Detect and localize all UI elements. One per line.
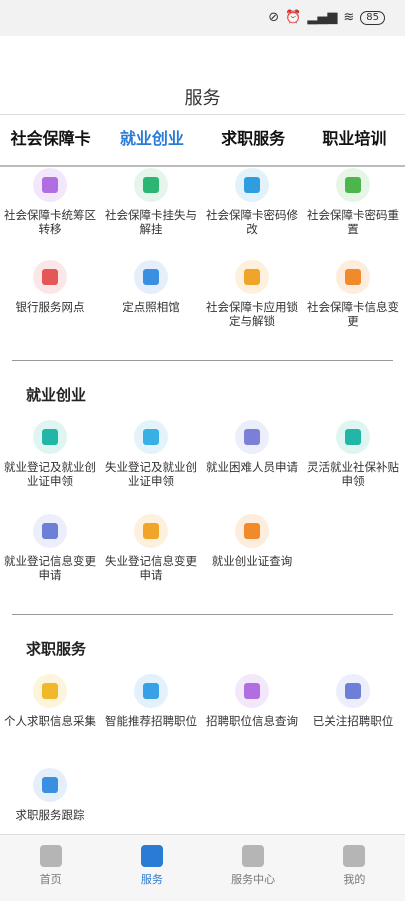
- nav-services[interactable]: 服务: [101, 835, 202, 901]
- service-employment-change[interactable]: 就业登记信息变更申请: [0, 514, 100, 582]
- tracking-icon: [33, 768, 67, 802]
- header: 服务: [0, 36, 405, 114]
- section-divider: [12, 360, 393, 361]
- service-password-reset[interactable]: 社会保障卡密码重置: [303, 168, 403, 236]
- status-bar: ⊘ ⏰ ▂▄▆ ≋ 85: [0, 0, 405, 36]
- bottom-navigation: 首页 服务 服务中心 我的: [0, 834, 405, 901]
- service-hardship-apply[interactable]: 就业困难人员申请: [202, 420, 302, 474]
- service-label: 社会保障卡密码重置: [307, 208, 399, 236]
- doc-edit-icon: [33, 514, 67, 548]
- unemployment-register-icon: [134, 420, 168, 454]
- followed-jobs-icon: [336, 674, 370, 708]
- camera-shop-icon: [134, 260, 168, 294]
- service-content[interactable]: 社会保障卡统筹区转移 社会保障卡挂失与解挂 社会保障卡密码修改 社会保障卡密码重…: [0, 166, 405, 834]
- home-icon: [39, 845, 62, 867]
- service-unemployment-change[interactable]: 失业登记信息变更申请: [101, 514, 201, 582]
- page-title: 服务: [184, 88, 221, 109]
- service-label: 失业登记信息变更申请: [105, 554, 197, 582]
- doc-change-icon: [134, 514, 168, 548]
- services-icon: [140, 845, 163, 867]
- category-tabs: 社会保障卡 就业创业 求职服务 职业培训: [0, 114, 405, 167]
- money-bag-icon: [336, 420, 370, 454]
- nav-service-center[interactable]: 服务中心: [203, 835, 304, 901]
- mute-icon: ⊘: [268, 10, 280, 25]
- employment-register-icon: [33, 420, 67, 454]
- service-label: 社会保障卡应用锁定与解锁: [206, 300, 298, 328]
- briefcase-icon: [235, 420, 269, 454]
- service-recommend-jobs[interactable]: 智能推荐招聘职位: [101, 674, 201, 728]
- user-icon: [343, 845, 366, 867]
- service-label: 就业创业证查询: [211, 554, 293, 568]
- nav-profile[interactable]: 我的: [304, 835, 405, 901]
- service-followed-jobs[interactable]: 已关注招聘职位: [303, 674, 403, 728]
- card-info-icon: [336, 260, 370, 294]
- service-job-tracking[interactable]: 求职服务跟踪: [0, 768, 100, 822]
- service-label: 求职服务跟踪: [15, 808, 85, 822]
- service-bank[interactable]: 银行服务网点: [0, 260, 100, 314]
- card-transfer-icon: [33, 168, 67, 202]
- service-photo-studio[interactable]: 定点照相馆: [101, 260, 201, 314]
- battery-indicator: 85: [360, 10, 385, 25]
- service-job-info[interactable]: 个人求职信息采集: [0, 674, 100, 728]
- tab-vocational-training[interactable]: 职业培训: [304, 115, 405, 165]
- service-employment-register[interactable]: 就业登记及就业创业证申领: [0, 420, 100, 488]
- service-card-transfer[interactable]: 社会保障卡统筹区转移: [0, 168, 100, 236]
- section-title-employment: 就业创业: [26, 386, 87, 404]
- service-label: 就业登记及就业创业证申领: [4, 460, 96, 488]
- section-divider: [12, 614, 393, 615]
- signal-icon: ▂▄▆: [307, 10, 338, 25]
- password-edit-icon: [235, 168, 269, 202]
- password-reset-icon: [336, 168, 370, 202]
- nav-label: 我的: [343, 873, 366, 886]
- service-job-search[interactable]: 招聘职位信息查询: [202, 674, 302, 728]
- alarm-icon: ⏰: [285, 10, 302, 25]
- wifi-icon: ≋: [343, 10, 355, 25]
- section-title-job-service: 求职服务: [26, 640, 87, 658]
- service-unemployment-register[interactable]: 失业登记及就业创业证申领: [101, 420, 201, 488]
- tab-social-card[interactable]: 社会保障卡: [0, 115, 101, 165]
- chat-icon: [242, 845, 265, 867]
- service-label: 定点照相馆: [122, 300, 180, 314]
- nav-label: 服务中心: [231, 873, 276, 886]
- service-card-unlock[interactable]: 社会保障卡应用锁定与解锁: [202, 260, 302, 328]
- service-label: 灵活就业社保补贴申领: [307, 460, 399, 488]
- job-search-icon: [235, 674, 269, 708]
- nav-label: 服务: [140, 873, 163, 886]
- service-flexible-subsidy[interactable]: 灵活就业社保补贴申领: [303, 420, 403, 488]
- service-label: 就业登记信息变更申请: [4, 554, 96, 582]
- service-label: 招聘职位信息查询: [206, 714, 298, 728]
- service-label: 社会保障卡信息变更: [307, 300, 399, 328]
- service-label: 已关注招聘职位: [312, 714, 394, 728]
- service-card-loss[interactable]: 社会保障卡挂失与解挂: [101, 168, 201, 236]
- card-lock-icon: [134, 168, 168, 202]
- tab-employment[interactable]: 就业创业: [101, 115, 202, 165]
- service-label: 个人求职信息采集: [4, 714, 96, 728]
- service-label: 智能推荐招聘职位: [105, 714, 197, 728]
- service-label: 社会保障卡挂失与解挂: [105, 208, 197, 236]
- status-icons: ⊘ ⏰ ▂▄▆ ≋ 85: [268, 10, 385, 25]
- service-label: 社会保障卡密码修改: [206, 208, 298, 236]
- service-label: 就业困难人员申请: [206, 460, 298, 474]
- tab-job-service[interactable]: 求职服务: [203, 115, 304, 165]
- nav-label: 首页: [39, 873, 62, 886]
- service-card-info[interactable]: 社会保障卡信息变更: [303, 260, 403, 328]
- service-password-edit[interactable]: 社会保障卡密码修改: [202, 168, 302, 236]
- bank-icon: [33, 260, 67, 294]
- service-label: 银行服务网点: [15, 300, 85, 314]
- job-info-icon: [33, 674, 67, 708]
- recommend-icon: [134, 674, 168, 708]
- certificate-icon: [235, 514, 269, 548]
- service-certificate-query[interactable]: 就业创业证查询: [202, 514, 302, 568]
- nav-home[interactable]: 首页: [0, 835, 101, 901]
- card-unlock-icon: [235, 260, 269, 294]
- service-label: 失业登记及就业创业证申领: [105, 460, 197, 488]
- service-label: 社会保障卡统筹区转移: [4, 208, 96, 236]
